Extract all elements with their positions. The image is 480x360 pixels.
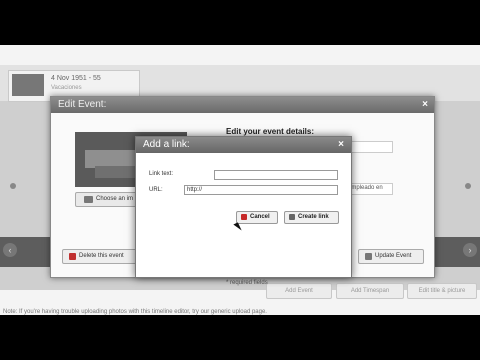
scroll-left-icon[interactable]: ‹	[3, 243, 17, 257]
edit-event-title: Edit Event:	[58, 99, 107, 110]
timeline-handle-left[interactable]	[10, 183, 16, 189]
update-event-button[interactable]: Update Event	[358, 249, 424, 264]
cancel-button[interactable]: Cancel	[236, 211, 278, 224]
cancel-icon	[241, 214, 247, 220]
add-link-titlebar: Add a link: ×	[136, 137, 351, 153]
close-icon[interactable]: ×	[336, 140, 346, 150]
url-label: URL:	[149, 187, 163, 193]
close-icon[interactable]: ×	[420, 100, 430, 110]
required-fields-note: * required fields	[226, 280, 268, 286]
choose-image-label: Choose an im	[96, 196, 134, 202]
image-icon	[84, 196, 93, 203]
add-event-button[interactable]: Add Event	[266, 283, 332, 299]
timeline-handle-right[interactable]	[465, 183, 471, 189]
delete-icon	[69, 253, 76, 260]
add-link-title: Add a link:	[143, 139, 190, 150]
update-event-label: Update Event	[375, 253, 412, 259]
delete-event-button[interactable]: Delete this event	[62, 249, 138, 264]
url-input[interactable]	[184, 185, 338, 195]
event-thumbnail	[12, 74, 44, 96]
event-card-title: 4 Nov 1951 - 55	[51, 75, 101, 82]
letterbox-bottom	[0, 315, 480, 360]
link-text-label: Link text:	[149, 171, 174, 177]
scroll-right-icon[interactable]: ›	[463, 243, 477, 257]
create-link-label: Create link	[298, 214, 329, 220]
link-icon	[289, 214, 295, 220]
delete-event-label: Delete this event	[79, 253, 124, 259]
create-link-button[interactable]: Create link	[284, 211, 339, 224]
cancel-label: Cancel	[250, 214, 270, 220]
edit-event-titlebar: Edit Event: ×	[51, 97, 434, 113]
event-details-heading: Edit your event details:	[226, 127, 315, 136]
link-text-input[interactable]	[214, 170, 338, 180]
edit-title-picture-button[interactable]: Edit title & picture	[407, 283, 477, 299]
add-link-dialog: Add a link: × Link text: URL: Cancel Cre…	[135, 136, 352, 278]
timeline-editor-page: 4 Nov 1951 - 55 Vacaciones ‹ › Add Event…	[0, 45, 480, 315]
letterbox-top	[0, 0, 480, 45]
add-timespan-button[interactable]: Add Timespan	[336, 283, 404, 299]
event-card-subtitle: Vacaciones	[51, 85, 82, 91]
check-icon	[365, 253, 372, 260]
